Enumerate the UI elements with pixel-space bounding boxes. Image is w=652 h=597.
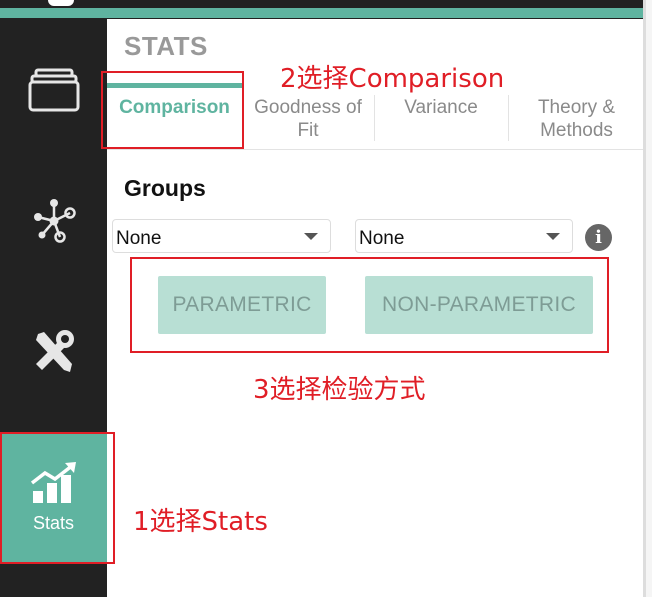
sidebar-rail: Stats — [0, 19, 107, 597]
rail-item-windows[interactable] — [0, 42, 107, 138]
rail-item-stats[interactable]: Stats — [0, 432, 107, 562]
window-stack-icon — [28, 68, 79, 112]
tab-comparison[interactable]: Comparison — [107, 83, 242, 149]
top-logo-fragment — [48, 0, 74, 6]
top-bar — [0, 0, 652, 19]
groups-heading: Groups — [124, 175, 206, 201]
scrollbar-track[interactable] — [646, 0, 652, 597]
top-accent-stripe — [0, 8, 652, 18]
tab-theory-methods[interactable]: Theory & Methods — [508, 83, 645, 149]
parametric-button[interactable]: PARAMETRIC — [158, 276, 326, 334]
group-select-1-value: None — [116, 228, 162, 249]
group-select-1[interactable]: None — [112, 219, 331, 253]
group-select-2[interactable]: None — [355, 219, 573, 253]
rail-item-tools[interactable] — [0, 304, 107, 400]
wrench-screwdriver-icon — [35, 330, 74, 372]
chart-up-icon — [30, 461, 76, 503]
chevron-down-icon — [304, 233, 318, 240]
annotation-step2: 2选择Comparison — [280, 64, 505, 94]
non-parametric-button[interactable]: NON-PARAMETRIC — [365, 276, 593, 334]
panel-title: STATS — [124, 31, 208, 61]
network-nodes-icon — [33, 199, 76, 243]
rail-item-stats-label: Stats — [32, 512, 75, 533]
chevron-down-icon — [546, 233, 560, 240]
group-select-2-value: None — [359, 228, 405, 249]
info-icon[interactable]: i — [585, 224, 612, 251]
rail-item-network[interactable] — [0, 172, 107, 268]
annotation-step3: 3选择检验方式 — [253, 375, 426, 405]
annotation-step1: 1选择Stats — [133, 507, 268, 537]
